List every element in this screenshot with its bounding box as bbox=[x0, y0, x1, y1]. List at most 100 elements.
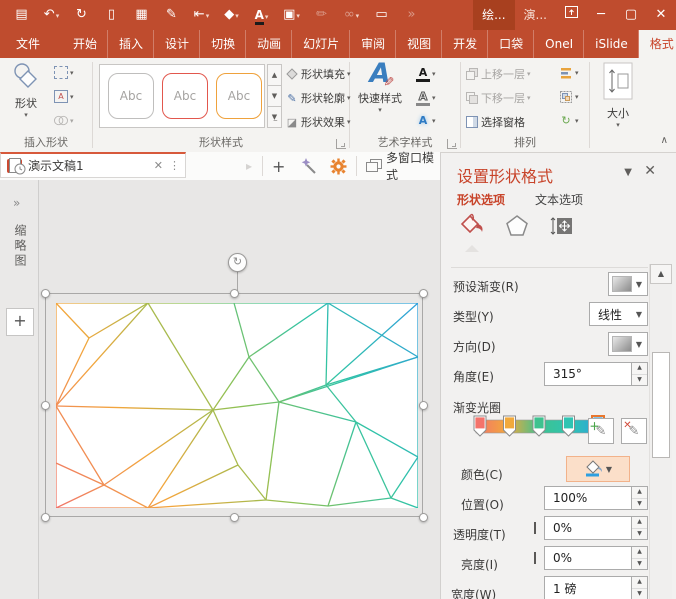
history-icon[interactable] bbox=[8, 152, 26, 180]
gallery-up-button[interactable]: ▲ bbox=[267, 64, 282, 86]
eyedropper-pen-icon[interactable]: ✎ bbox=[158, 4, 185, 26]
angle-spinner[interactable]: 315°▲▼ bbox=[544, 362, 648, 386]
shape-fill-button[interactable]: 形状填充▾ bbox=[285, 66, 351, 82]
shape-style-preview-1[interactable]: Abc bbox=[108, 73, 154, 119]
tab-shape-options[interactable]: 形状选项 bbox=[457, 191, 505, 208]
ribbon-tab-开始[interactable]: 开始 bbox=[62, 30, 108, 58]
new-file-icon[interactable]: ▯ bbox=[98, 4, 125, 26]
rotation-handle[interactable]: ↻ bbox=[228, 253, 247, 272]
new-slide-button[interactable]: + bbox=[6, 308, 34, 336]
add-gradient-stop-button[interactable]: ✎＋ bbox=[588, 418, 614, 444]
tab-menu-icon[interactable]: ⋮ bbox=[169, 159, 179, 172]
text-box-button[interactable]: A▾ bbox=[54, 90, 74, 103]
selection-pane-button[interactable]: 选择窗格 bbox=[465, 114, 525, 130]
ribbon-tab-视图[interactable]: 视图 bbox=[396, 30, 442, 58]
ribbon-tab-动画[interactable]: 动画 bbox=[246, 30, 292, 58]
ribbon-tab-设计[interactable]: 设计 bbox=[154, 30, 200, 58]
shape-outline-button[interactable]: ✎形状轮廓▾ bbox=[285, 90, 351, 106]
remove-gradient-stop-button[interactable]: ✎✕ bbox=[621, 418, 647, 444]
ribbon-display-options-icon[interactable] bbox=[556, 0, 586, 30]
gradient-stops-bar[interactable] bbox=[472, 413, 606, 446]
ribbon-tab-OneI[interactable]: OneI bbox=[534, 30, 584, 58]
text-fill-button[interactable]: A▾ bbox=[416, 66, 436, 82]
edit-shape-button[interactable]: ▾ bbox=[54, 66, 74, 79]
size-properties-icon[interactable] bbox=[549, 215, 573, 240]
magic-wand-icon[interactable] bbox=[300, 152, 317, 180]
fill-line-icon[interactable] bbox=[459, 213, 485, 242]
ribbon-tab-开发[interactable]: 开发 bbox=[442, 30, 488, 58]
ribbon-tab-口袋[interactable]: 口袋 bbox=[488, 30, 534, 58]
settings-gear-icon[interactable] bbox=[330, 152, 347, 180]
send-backward-button[interactable]: 下移一层▾ bbox=[465, 90, 531, 106]
tab-close-icon[interactable]: ✕ bbox=[154, 159, 163, 172]
selection-handle-n[interactable] bbox=[230, 289, 239, 298]
align-button[interactable]: ▾ bbox=[559, 66, 579, 79]
text-effects-button[interactable]: A▾ bbox=[416, 114, 436, 127]
low-poly-artwork[interactable] bbox=[56, 303, 418, 508]
multi-window-mode-button[interactable]: 多窗口模式 bbox=[386, 152, 440, 180]
gallery-more-button[interactable]: ▼̲ bbox=[267, 107, 282, 128]
brightness-slider[interactable] bbox=[534, 552, 536, 564]
wordart-dialog-launcher[interactable] bbox=[447, 139, 457, 149]
transparency-stepper[interactable]: ▲▼ bbox=[631, 517, 647, 539]
selection-handle-w[interactable] bbox=[41, 401, 50, 410]
selection-handle-s[interactable] bbox=[230, 513, 239, 522]
brightness-spinner[interactable]: 0%▲▼ bbox=[544, 546, 648, 570]
preset-gradient-dropdown[interactable]: ▼ bbox=[608, 272, 648, 296]
selection-handle-sw[interactable] bbox=[41, 513, 50, 522]
scrollbar-up-arrow[interactable]: ▲ bbox=[650, 264, 672, 284]
indent-icon[interactable]: ⇤▾ bbox=[188, 4, 215, 26]
maximize-button[interactable]: ▢ bbox=[616, 0, 646, 30]
expand-thumbnails-icon[interactable]: » bbox=[13, 196, 20, 210]
shape-style-gallery[interactable]: Abc Abc Abc bbox=[99, 64, 265, 128]
position-stepper[interactable]: ▲▼ bbox=[631, 487, 647, 509]
ribbon-tab-插入[interactable]: 插入 bbox=[108, 30, 154, 58]
rotate-objects-button[interactable]: ↻▾ bbox=[559, 114, 579, 127]
close-button[interactable]: ✕ bbox=[646, 0, 676, 30]
stop-color-button[interactable]: ▼ bbox=[566, 456, 630, 482]
width-spinner[interactable]: 1 磅▲▼ bbox=[544, 576, 648, 599]
slide-canvas[interactable]: » 缩略图 + ↻ bbox=[0, 180, 440, 599]
ribbon-tab-iSlide[interactable]: iSlide bbox=[584, 30, 639, 58]
ribbon-tab-file[interactable]: 文件 bbox=[0, 30, 56, 58]
minimize-button[interactable]: ─ bbox=[586, 0, 616, 30]
ink-style-icon[interactable]: ◆▾ bbox=[218, 4, 245, 26]
merge-shapes-button[interactable]: ▾ bbox=[54, 114, 74, 127]
redo-icon[interactable]: ↻ bbox=[68, 4, 95, 26]
tab-scroll-right-icon[interactable]: ▸ bbox=[246, 152, 252, 180]
undo-icon[interactable]: ↶▾ bbox=[38, 4, 65, 26]
pane-collapse-icon[interactable]: ▼ bbox=[624, 167, 632, 178]
width-stepper[interactable]: ▲▼ bbox=[631, 577, 647, 599]
touch-device-icon[interactable]: ▭ bbox=[368, 4, 395, 26]
quick-styles-button[interactable]: A✎ 快速样式 ▾ bbox=[352, 60, 408, 114]
shape-style-preview-3[interactable]: Abc bbox=[216, 73, 262, 119]
selection-handle-nw[interactable] bbox=[41, 289, 50, 298]
shape-style-preview-2[interactable]: Abc bbox=[162, 73, 208, 119]
save-icon[interactable]: ▤ bbox=[8, 4, 35, 26]
transparency-spinner[interactable]: 0%▲▼ bbox=[544, 516, 648, 540]
bring-forward-button[interactable]: 上移一层▾ bbox=[465, 66, 531, 82]
slide-grid-icon[interactable]: ▦ bbox=[128, 4, 155, 26]
tab-scroll-left-icon[interactable]: ◂ bbox=[34, 152, 40, 180]
selection-handle-e[interactable] bbox=[419, 401, 428, 410]
text-outline-button[interactable]: A▾ bbox=[416, 90, 436, 106]
selection-handle-ne[interactable] bbox=[419, 289, 428, 298]
shape-effects-button[interactable]: ◪形状效果▾ bbox=[285, 114, 351, 130]
direction-dropdown[interactable]: ▼ bbox=[608, 332, 648, 356]
transparency-slider[interactable] bbox=[534, 522, 536, 534]
shapes-button[interactable]: 形状 ▾ bbox=[4, 62, 48, 119]
effects-icon[interactable] bbox=[505, 214, 529, 241]
gallery-down-button[interactable]: ▼ bbox=[267, 86, 282, 107]
brightness-stepper[interactable]: ▲▼ bbox=[631, 547, 647, 569]
ribbon-tab-幻灯片[interactable]: 幻灯片 bbox=[292, 30, 350, 58]
ribbon-tab-审阅[interactable]: 审阅 bbox=[350, 30, 396, 58]
size-button[interactable]: 大小 ▾ bbox=[596, 62, 640, 129]
group-objects-button[interactable]: ▾ bbox=[559, 90, 579, 103]
angle-stepper[interactable]: ▲▼ bbox=[631, 363, 647, 385]
ribbon-tab-切换[interactable]: 切换 bbox=[200, 30, 246, 58]
font-color-icon[interactable]: A▾ bbox=[248, 4, 275, 26]
document-tab[interactable]: P 演示文稿1 ✕ ⋮ bbox=[0, 152, 186, 178]
tab-text-options[interactable]: 文本选项 bbox=[535, 191, 583, 208]
selection-handle-se[interactable] bbox=[419, 513, 428, 522]
pane-close-icon[interactable]: ✕ bbox=[644, 163, 656, 179]
